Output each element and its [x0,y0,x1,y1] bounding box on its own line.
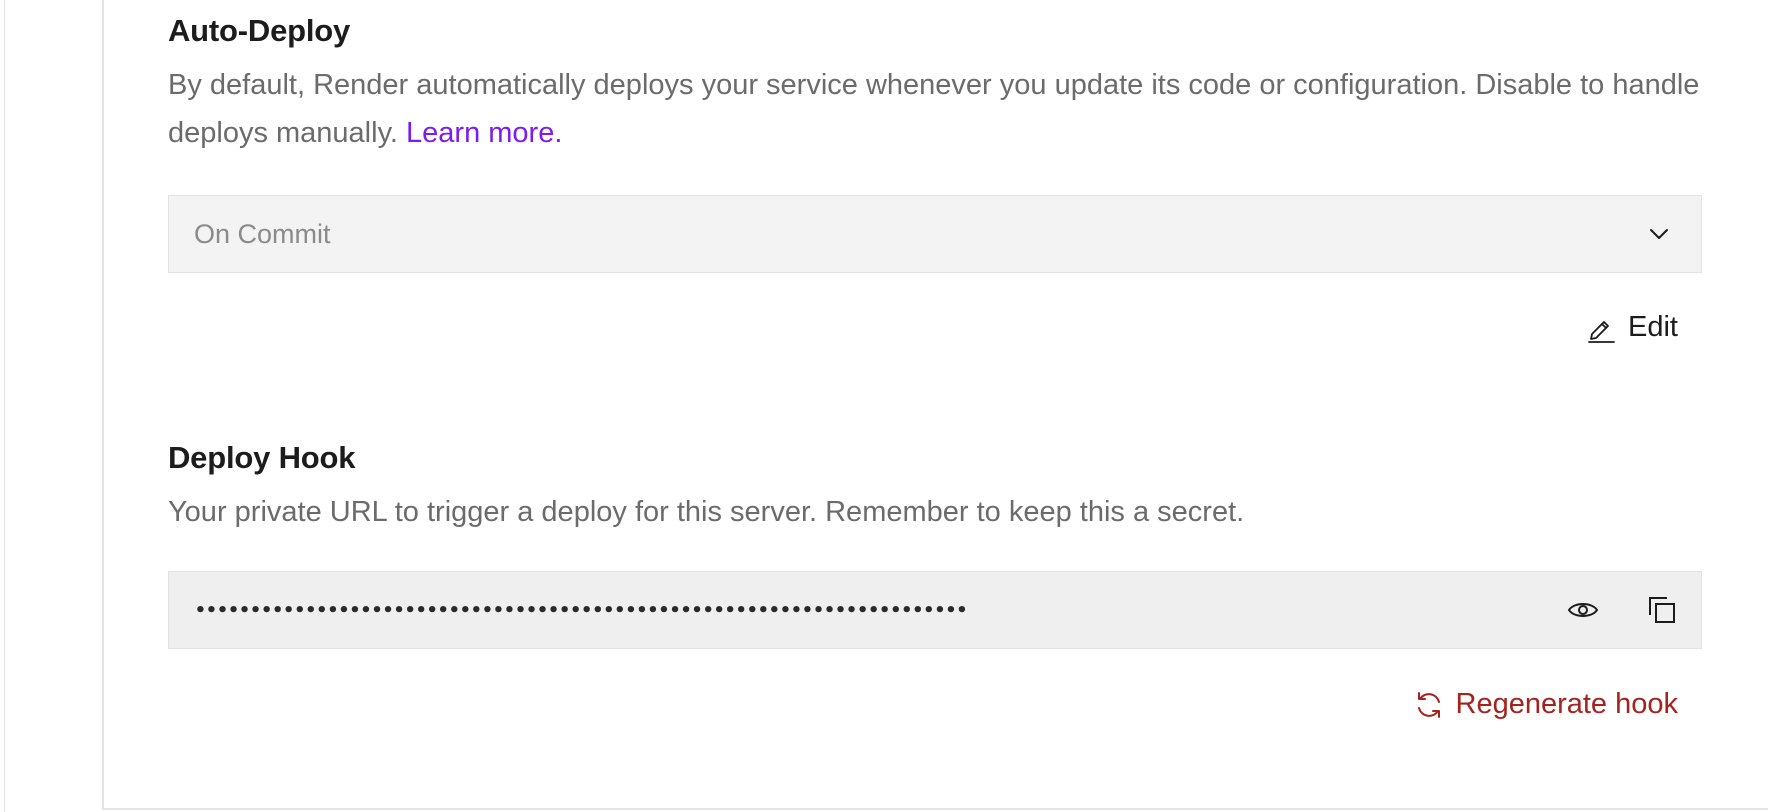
auto-deploy-description-text: By default, Render automatically deploys… [168,69,1700,149]
copy-icon[interactable] [1645,593,1679,627]
settings-page: Auto-Deploy By default, Render automatic… [0,0,1770,812]
edit-button-label: Edit [1628,311,1678,343]
auto-deploy-select-value: On Commit [194,218,331,249]
regenerate-hook-button[interactable]: Regenerate hook [1414,688,1679,721]
auto-deploy-title: Auto-Deploy [168,13,351,48]
deploy-hook-title: Deploy Hook [168,440,356,475]
pencil-icon [1586,313,1616,343]
deploy-hook-section: Deploy Hook Your private URL to trigger … [168,439,1702,536]
deploy-hook-masked-value: ••••••••••••••••••••••••••••••••••••••••… [195,599,968,621]
auto-deploy-select[interactable]: On Commit [168,195,1702,273]
regenerate-hook-label: Regenerate hook [1455,688,1679,720]
auto-deploy-section: Auto-Deploy By default, Render automatic… [168,12,1702,157]
deploy-hook-description: Your private URL to trigger a deploy for… [168,496,1245,528]
edit-button[interactable]: Edit [1586,311,1678,344]
eye-icon[interactable] [1566,593,1600,627]
chevron-down-icon [1645,220,1673,248]
outer-divider [4,0,5,812]
auto-deploy-description: By default, Render automatically deploys… [168,61,1702,157]
refresh-icon [1414,690,1444,720]
deploy-hook-field[interactable]: ••••••••••••••••••••••••••••••••••••••••… [168,571,1702,649]
learn-more-link[interactable]: Learn more. [406,117,562,149]
